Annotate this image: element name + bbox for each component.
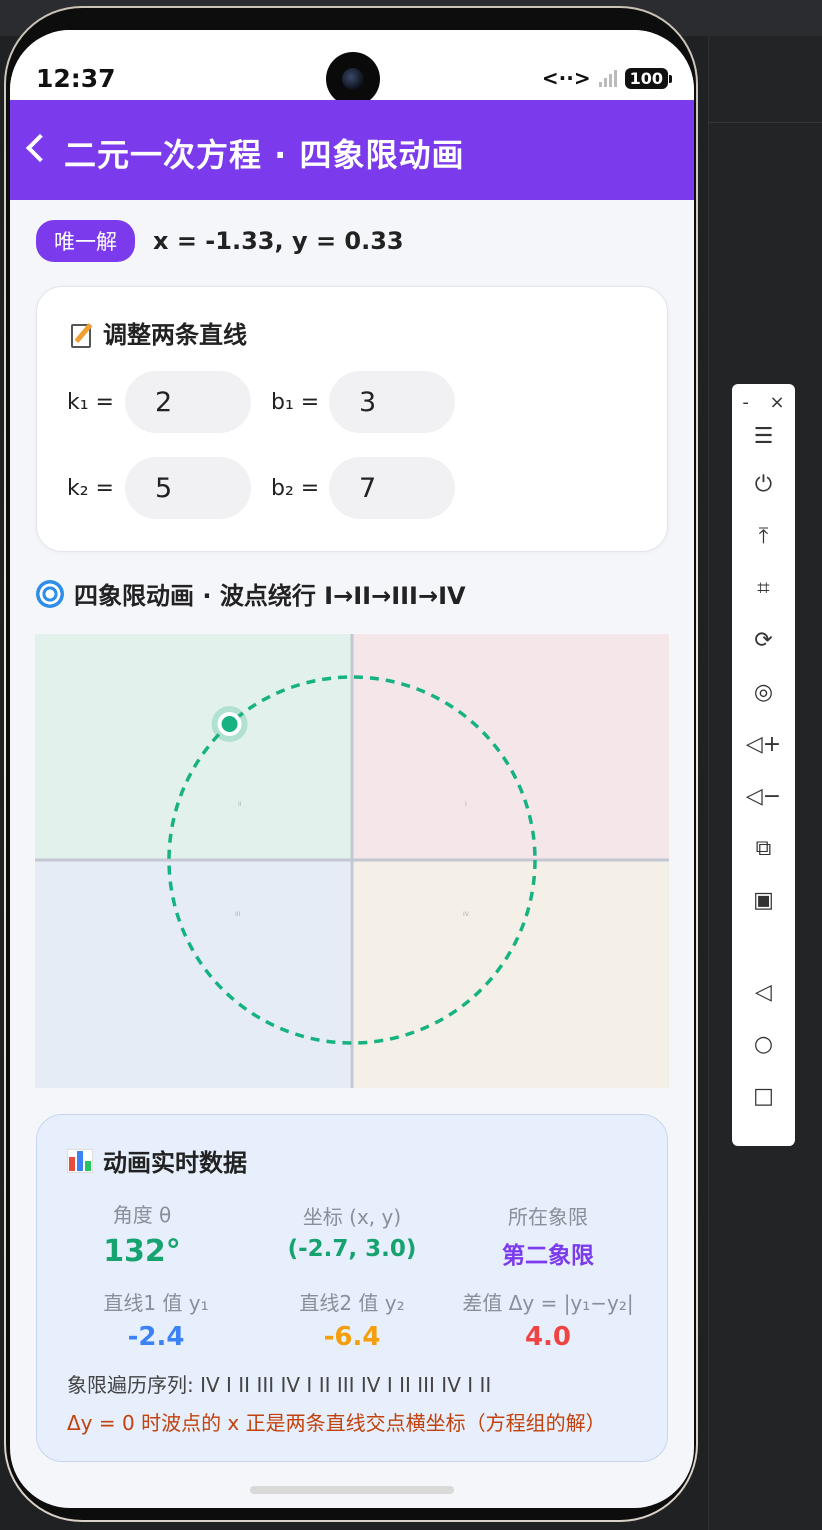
crop-icon[interactable]: ⌗	[732, 576, 795, 601]
stat-angle: 角度 θ 132°	[37, 1199, 247, 1269]
network-icon: <··>	[541, 66, 591, 90]
angle-label: 角度 θ	[112, 1203, 172, 1227]
front-camera	[326, 52, 380, 106]
stat-coordinate: 坐标 (x, y) (-2.7, 3.0)	[247, 1201, 457, 1262]
k2-label: k₂ =	[67, 475, 114, 501]
rotate-icon[interactable]: ⟳	[732, 628, 795, 653]
toolbar-window-controls: - ×	[732, 392, 795, 413]
signal-icon	[598, 69, 617, 87]
solution-badge: 唯一解	[36, 220, 135, 262]
quadrant-label: 所在象限	[508, 1205, 588, 1229]
power-icon[interactable]: ⏻	[732, 472, 795, 497]
k1-input[interactable]: 2	[125, 371, 251, 433]
line-input-card: 调整两条直线 k₁ = 2 b₁ = 3 k₂ = 5 b₂ = 7	[36, 286, 668, 552]
quadrant-3-bg	[35, 860, 352, 1088]
home-nav-icon[interactable]: ○	[732, 1032, 795, 1057]
quadrant-value: 第二象限	[502, 1243, 594, 1269]
quadrant-1-label: I	[465, 801, 467, 808]
coord-value: (-2.7, 3.0)	[287, 1236, 417, 1262]
quadrant-2-label: II	[238, 801, 242, 808]
stat-diff: 差值 Δy = |y₁−y₂| 4.0	[443, 1287, 653, 1352]
home-indicator[interactable]	[250, 1486, 454, 1494]
quadrant-4-label: IV	[463, 911, 470, 918]
emulator-toolbar: - × ☰ ⏻ ⤒ ⌗ ⟳ ◎ ◁+ ◁− ⧉ ▣ ◁ ○ □	[732, 384, 795, 1146]
solution-text: x = -1.33, y = 0.33	[153, 227, 404, 255]
quadrant-animation: II I III IV	[35, 634, 669, 1088]
input-card-title: 调整两条直线	[71, 315, 247, 350]
page-title: 二元一次方程 · 四象限动画	[64, 136, 465, 174]
input-card-title-text: 调整两条直线	[103, 321, 247, 349]
y2-value: -6.4	[323, 1322, 381, 1352]
battery-icon: 100	[624, 67, 673, 89]
b2-label: b₂ =	[271, 475, 320, 501]
y1-value: -2.4	[127, 1322, 185, 1352]
stat-quadrant: 所在象限 第二象限	[443, 1201, 653, 1270]
minimize-button[interactable]: -	[742, 392, 749, 413]
menu-icon[interactable]: ☰	[732, 424, 795, 449]
animation-title-text: 四象限动画 · 波点绕行 I→II→III→IV	[74, 582, 466, 610]
back-icon[interactable]	[25, 133, 55, 163]
stat-y1: 直线1 值 y₁ -2.4	[51, 1287, 261, 1352]
data-card-title-text: 动画实时数据	[103, 1149, 247, 1177]
line1-fields: k₁ = 2 b₁ = 3	[67, 371, 475, 433]
mirror-icon[interactable]: ▣	[732, 888, 795, 913]
cyclone-icon	[36, 579, 64, 608]
quadrant-2-bg	[35, 634, 352, 860]
volume-down-icon[interactable]: ◁−	[732, 784, 795, 809]
status-bar: 12:37 <··> 100	[10, 30, 694, 106]
record-icon[interactable]: ◎	[732, 680, 795, 705]
stat-y2: 直线2 值 y₂ -6.4	[247, 1287, 457, 1352]
solution-note: Δy = 0 时波点的 x 正是两条直线交点横坐标（方程组的解）	[67, 1411, 606, 1435]
line2-fields: k₂ = 5 b₂ = 7	[67, 457, 475, 519]
quadrant-canvas: II I III IV	[35, 634, 669, 1088]
data-card-title: 动画实时数据	[67, 1143, 247, 1178]
b1-label: b₁ =	[271, 389, 320, 415]
memo-icon	[71, 322, 93, 348]
rotate-device-icon[interactable]: ⧉	[732, 836, 795, 861]
k1-label: k₁ =	[67, 389, 114, 415]
app-bar: 二元一次方程 · 四象限动画	[10, 100, 694, 200]
host-divider	[708, 122, 822, 123]
quadrant-1-bg	[352, 634, 669, 860]
phone-screen: 12:37 <··> 100 二元一次方程 · 四象限动画 唯一解 x = -1…	[10, 30, 694, 1508]
status-icons: <··> 100	[541, 66, 673, 90]
recents-nav-icon[interactable]: □	[732, 1084, 795, 1109]
coord-label: 坐标 (x, y)	[302, 1205, 402, 1229]
quadrant-3-label: III	[235, 911, 241, 918]
orbit-dot	[221, 716, 238, 733]
status-time: 12:37	[36, 64, 116, 93]
b1-input[interactable]: 3	[329, 371, 455, 433]
volume-up-icon[interactable]: ◁+	[732, 732, 795, 757]
bar-chart-icon	[67, 1148, 93, 1173]
y1-label: 直线1 值 y₁	[103, 1291, 209, 1315]
realtime-data-card: 动画实时数据 角度 θ 132° 坐标 (x, y) (-2.7, 3.0) 所…	[36, 1114, 668, 1462]
quadrant-4-bg	[352, 860, 669, 1088]
y2-label: 直线2 值 y₂	[299, 1291, 405, 1315]
quadrant-sequence: 象限遍历序列: IV I II III IV I II III IV I II …	[67, 1373, 492, 1397]
solution-row: 唯一解 x = -1.33, y = 0.33	[36, 220, 404, 262]
pin-top-icon[interactable]: ⤒	[732, 524, 795, 549]
diff-value: 4.0	[524, 1322, 572, 1352]
animation-section-title: 四象限动画 · 波点绕行 I→II→III→IV	[36, 576, 466, 611]
b2-input[interactable]: 7	[329, 457, 455, 519]
camera-lens	[342, 68, 364, 90]
diff-label: 差值 Δy = |y₁−y₂|	[462, 1291, 634, 1315]
close-button[interactable]: ×	[770, 392, 785, 413]
angle-value: 132°	[103, 1234, 181, 1269]
back-nav-icon[interactable]: ◁	[732, 980, 795, 1005]
k2-input[interactable]: 5	[125, 457, 251, 519]
